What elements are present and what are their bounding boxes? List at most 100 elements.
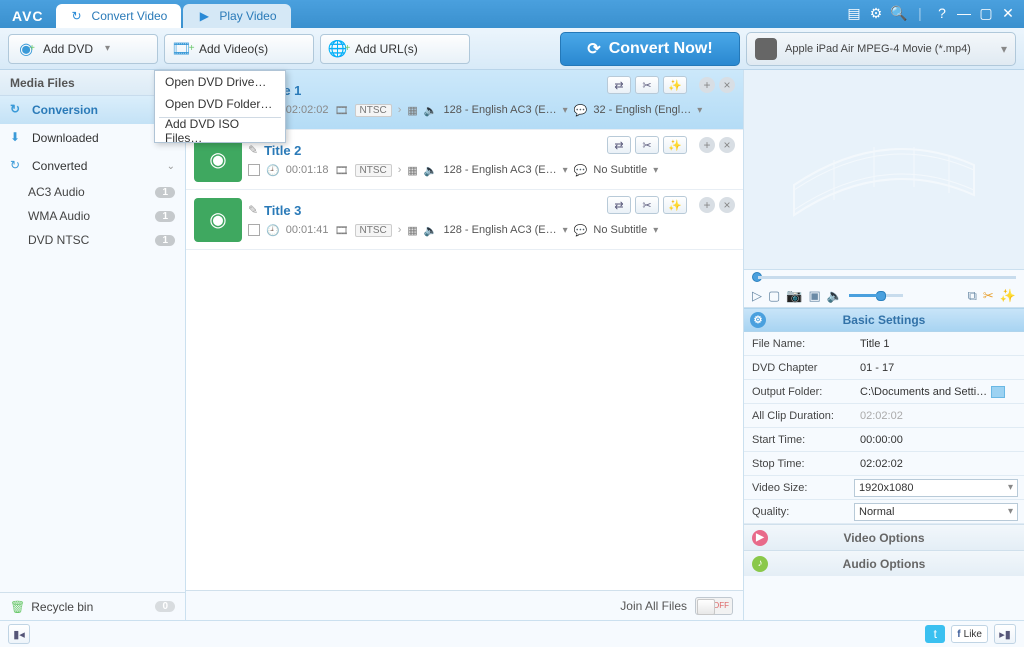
search-icon[interactable]: 🔍 xyxy=(890,5,906,22)
film-icon: 🎞 xyxy=(335,164,349,177)
filename-value[interactable]: Title 1 xyxy=(854,338,1024,350)
panel-right-toggle[interactable]: ▸▮ xyxy=(994,624,1016,644)
chevron-down-icon[interactable]: ▾ xyxy=(653,165,658,176)
quality-select[interactable]: Normal▾ xyxy=(854,503,1018,521)
screen-icon: ▦ xyxy=(407,224,417,237)
remove-icon[interactable]: × xyxy=(719,197,735,213)
sidebar: Media Files ↻ Conversion ⬇ Downloaded ⌄ … xyxy=(0,70,186,620)
volume-icon[interactable]: 🔈 xyxy=(827,288,843,304)
button-label: Add Video(s) xyxy=(199,42,268,56)
gear-icon[interactable]: ⚙ xyxy=(868,5,884,22)
menu-open-dvd-drive[interactable]: Open DVD Drive… xyxy=(155,71,285,93)
chevron-down-icon: ▾ xyxy=(1008,482,1013,493)
swap-icon[interactable]: ⇄ xyxy=(607,136,631,154)
maximize-icon[interactable]: ▢ xyxy=(978,5,994,22)
cut-icon[interactable]: ✂ xyxy=(635,76,659,94)
cut-icon[interactable]: ✂ xyxy=(635,196,659,214)
sidebar-sub-ac3[interactable]: AC3 Audio 1 xyxy=(0,180,185,204)
add-dvd-button[interactable]: ◉+ Add DVD ▾ xyxy=(8,34,158,64)
audio-track-label[interactable]: 128 - English AC3 (E… xyxy=(444,224,557,236)
help-icon[interactable]: ? xyxy=(934,5,950,22)
sidebar-sub-wma[interactable]: WMA Audio 1 xyxy=(0,204,185,228)
camera-icon[interactable]: 📷 xyxy=(786,288,802,304)
edit-title-icon[interactable]: ✎ xyxy=(248,143,258,157)
volume-slider[interactable] xyxy=(849,294,903,297)
add-urls-button[interactable]: 🌐+ Add URL(s) xyxy=(320,34,470,64)
item-checkbox[interactable] xyxy=(248,164,260,176)
sidebar-item-converted[interactable]: ↻ Converted ⌄ xyxy=(0,152,185,180)
sidebar-sub-dvdntsc[interactable]: DVD NTSC 1 xyxy=(0,228,185,252)
registry-icon[interactable]: ▤ xyxy=(846,5,862,22)
refresh-icon: ⟳ xyxy=(587,39,600,59)
item-checkbox[interactable] xyxy=(248,224,260,236)
speaker-icon: 🔈 xyxy=(424,164,438,177)
magic-wand-icon[interactable]: ✨ xyxy=(1000,288,1016,304)
add-icon[interactable]: + xyxy=(699,77,715,93)
facebook-like-button[interactable]: fLike xyxy=(951,625,988,643)
menu-add-iso[interactable]: Add DVD ISO Files… xyxy=(155,120,285,142)
center-footer: Join All Files OFF xyxy=(186,590,743,620)
item-duration: 00:01:18 xyxy=(286,164,329,176)
stop-time-value[interactable]: 02:02:02 xyxy=(854,458,1024,470)
add-icon[interactable]: + xyxy=(699,137,715,153)
display-icon[interactable]: ▣ xyxy=(808,288,820,304)
minimize-icon[interactable]: ― xyxy=(956,5,972,22)
twitter-icon[interactable]: t xyxy=(925,625,945,643)
folder-icon[interactable] xyxy=(991,386,1005,398)
remove-icon[interactable]: × xyxy=(719,77,735,93)
cut-icon[interactable]: ✂ xyxy=(983,288,994,304)
panel-left-toggle[interactable]: ▮◂ xyxy=(8,624,30,644)
magic-wand-icon[interactable]: ✨ xyxy=(663,136,687,154)
setting-output-folder: Output Folder:C:\Documents and Setti… xyxy=(744,380,1024,404)
tab-convert-video[interactable]: ↻ Convert Video xyxy=(56,4,182,28)
media-item[interactable]: ◉ ✎ Title 3 🕘 00:01:41 🎞 NTSC › ▦ � xyxy=(186,190,743,250)
preview-slider[interactable] xyxy=(744,270,1024,284)
tab-play-video[interactable]: ▶ Play Video xyxy=(183,4,290,28)
output-profile-button[interactable]: Apple iPad Air MPEG-4 Movie (*.mp4) ▾ xyxy=(746,32,1016,66)
add-icon[interactable]: + xyxy=(699,197,715,213)
swap-icon[interactable]: ⇄ xyxy=(607,196,631,214)
recycle-bin[interactable]: 🗑 Recycle bin 0 xyxy=(0,592,185,620)
audio-track-label[interactable]: 128 - English AC3 (E… xyxy=(444,164,557,176)
close-icon[interactable]: ✕ xyxy=(1000,5,1016,22)
convert-now-button[interactable]: ⟳ Convert Now! xyxy=(560,32,740,66)
menu-open-dvd-folder[interactable]: Open DVD Folder… xyxy=(155,93,285,115)
edit-title-icon[interactable]: ✎ xyxy=(248,203,258,217)
chevron-down-icon[interactable]: ▾ xyxy=(697,105,702,116)
stop-icon[interactable]: ▢ xyxy=(768,288,780,304)
button-label: Add DVD xyxy=(43,42,93,56)
chevron-down-icon[interactable]: ▾ xyxy=(653,225,658,236)
magic-wand-icon[interactable]: ✨ xyxy=(663,76,687,94)
chevron-down-icon: ▾ xyxy=(1008,506,1013,517)
subtitle-label[interactable]: No Subtitle xyxy=(593,224,647,236)
join-files-toggle[interactable]: OFF xyxy=(695,597,733,615)
subtitle-label[interactable]: 32 - English (Engl… xyxy=(593,104,691,116)
refresh-icon: ↻ xyxy=(70,9,84,23)
video-options-header[interactable]: ▶Video Options xyxy=(744,524,1024,550)
chevron-down-icon[interactable]: ▾ xyxy=(563,105,568,116)
crop-icon[interactable]: ⧉ xyxy=(968,288,977,304)
chevron-right-icon: › xyxy=(398,224,402,236)
magic-wand-icon[interactable]: ✨ xyxy=(663,196,687,214)
setting-chapter: DVD Chapter01 - 17 xyxy=(744,356,1024,380)
chapter-value[interactable]: 01 - 17 xyxy=(854,362,1024,374)
chevron-down-icon[interactable]: ▾ xyxy=(563,165,568,176)
swap-icon[interactable]: ⇄ xyxy=(607,76,631,94)
audio-options-header[interactable]: ♪Audio Options xyxy=(744,550,1024,576)
chevron-right-icon: › xyxy=(398,104,402,116)
toolbar: ◉+ Add DVD ▾ 🎞+ Add Video(s) 🌐+ Add URL(… xyxy=(0,28,1024,70)
add-videos-button[interactable]: 🎞+ Add Video(s) xyxy=(164,34,314,64)
cut-icon[interactable]: ✂ xyxy=(635,136,659,154)
play-icon[interactable]: ▷ xyxy=(752,288,762,304)
item-title: Title 3 xyxy=(264,203,301,218)
chevron-down-icon[interactable]: ▾ xyxy=(563,225,568,236)
remove-icon[interactable]: × xyxy=(719,137,735,153)
audio-track-label[interactable]: 128 - English AC3 (E… xyxy=(444,104,557,116)
film-icon: 🎞 xyxy=(335,104,349,117)
video-size-select[interactable]: 1920x1080▾ xyxy=(854,479,1018,497)
subtitle-label[interactable]: No Subtitle xyxy=(593,164,647,176)
count-badge: 1 xyxy=(155,187,175,198)
standard-tag: NTSC xyxy=(355,104,392,117)
start-time-value[interactable]: 00:00:00 xyxy=(854,434,1024,446)
clock-icon: 🕘 xyxy=(266,224,280,237)
